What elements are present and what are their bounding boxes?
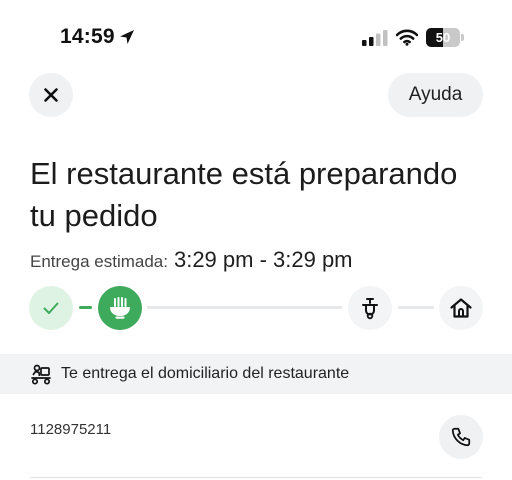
location-arrow-icon (120, 30, 134, 44)
wifi-icon (396, 29, 418, 46)
signal-icon (362, 30, 388, 46)
courier-phone-number: 1128975211 (30, 421, 112, 438)
step-confirmed (29, 286, 73, 330)
home-icon (450, 298, 472, 318)
delivery-info-text: Te entrega el domiciliario del restauran… (61, 365, 350, 382)
progress-line-pending (147, 306, 342, 309)
delivery-info-banner: Te entrega el domiciliario del restauran… (0, 354, 512, 394)
battery-level: 50 (435, 30, 451, 45)
close-button[interactable] (29, 73, 73, 117)
divider (30, 477, 482, 478)
progress-line-done (79, 306, 92, 309)
courier-icon (31, 364, 51, 385)
step-on-the-way (348, 286, 392, 330)
check-icon (43, 302, 59, 314)
help-button[interactable]: Ayuda (388, 73, 483, 117)
scooter-icon (362, 298, 378, 320)
phone-icon (451, 427, 471, 447)
status-time: 14:59 (60, 25, 115, 48)
call-button[interactable] (439, 415, 483, 459)
eta-label: Entrega estimada: (30, 252, 168, 271)
eta-value: 3:29 pm - 3:29 pm (173, 247, 353, 272)
food-bowl-icon (110, 297, 130, 319)
progress-line-pending-2 (398, 306, 434, 309)
estimated-delivery: Entrega estimada: 3:29 pm - 3:29 pm (30, 247, 353, 273)
close-icon (44, 88, 58, 102)
battery-icon: 50 (426, 28, 464, 47)
step-preparing (98, 286, 142, 330)
order-progress-tracker (0, 283, 512, 333)
status-bar: 14:59 50 (0, 0, 512, 60)
page-title: El restaurante está preparando tu pedido (30, 156, 458, 233)
step-delivered (439, 286, 483, 330)
